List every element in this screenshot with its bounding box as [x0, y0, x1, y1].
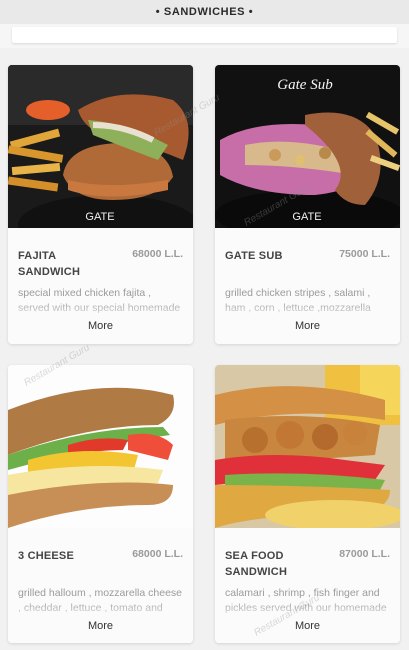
- item-price: 68000 L.L.: [132, 248, 183, 260]
- fajita-photo: GATE: [8, 65, 193, 228]
- fajita-image: GATE: [8, 65, 193, 228]
- filter-bar[interactable]: [12, 27, 397, 43]
- item-name: GATE SUB: [225, 250, 283, 262]
- photo-title: Gate Sub: [277, 77, 333, 93]
- item-name: FAJITA SANDWICH: [18, 250, 81, 278]
- more-link[interactable]: More: [215, 320, 400, 332]
- 3-cheese-image: [8, 365, 193, 528]
- section-title: • SANDWICHES •: [155, 6, 254, 18]
- gate-sub-photo: Gate Sub GATE: [215, 65, 400, 228]
- menu-card-sea-food[interactable]: SEA FOOD SANDWICH 87000 L.L. calamari , …: [215, 365, 400, 643]
- item-price: 87000 L.L.: [339, 548, 390, 560]
- filter-strip: [0, 24, 409, 48]
- item-price: 68000 L.L.: [132, 548, 183, 560]
- item-price: 75000 L.L.: [339, 248, 390, 260]
- more-link[interactable]: More: [215, 620, 400, 632]
- item-name: SEA FOOD SANDWICH: [225, 550, 288, 578]
- sea-food-image: [215, 365, 400, 528]
- menu-card-gate-sub[interactable]: Gate Sub GATE GATE SUB 75000 L.L. grille…: [215, 65, 400, 344]
- menu-card-fajita[interactable]: GATE FAJITA SANDWICH 68000 L.L. special …: [8, 65, 193, 344]
- gate-logo: GATE: [292, 211, 321, 223]
- item-name: 3 CHEESE: [18, 550, 75, 562]
- more-link[interactable]: More: [8, 620, 193, 632]
- more-link[interactable]: More: [8, 320, 193, 332]
- section-header: • SANDWICHES •: [0, 0, 409, 24]
- 3-cheese-photo: [8, 365, 193, 528]
- gate-logo: GATE: [85, 211, 114, 223]
- gate-sub-image: Gate Sub GATE: [215, 65, 400, 228]
- menu-card-3-cheese[interactable]: 3 CHEESE 68000 L.L. grilled halloum , mo…: [8, 365, 193, 643]
- sea-food-photo: [215, 365, 400, 528]
